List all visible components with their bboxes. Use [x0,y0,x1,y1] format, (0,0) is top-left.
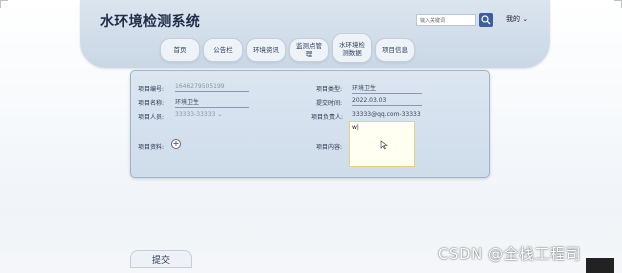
label-project-name: 项目名称: [138,100,165,107]
search-input[interactable]: 输入关键词 [416,14,476,26]
dark-block [586,258,614,273]
textarea-text: w| [352,124,359,131]
label-submit-time: 提交时间: [316,100,343,107]
submit-button[interactable]: 提交 [130,250,192,268]
corner-mark [0,0,8,8]
field-project-type[interactable]: 环境卫生 [352,83,422,94]
tab-home[interactable]: 首页 [160,38,200,62]
label-project-type: 项目类型: [316,86,343,93]
user-menu[interactable]: 我的 ⌄ [506,14,528,24]
project-content-textarea[interactable]: w| [349,121,415,167]
label-project-no: 项目编号: [138,86,165,93]
mouse-pointer-icon [380,140,388,150]
field-project-no[interactable]: 1646279505199 [175,83,249,92]
label-project-person: 项目人员: [138,114,165,121]
label-project-material: 项目资料: [138,144,165,151]
watermark: CSDN @全栈工程司 [438,245,582,263]
field-submit-time[interactable]: 2022.03.03 [352,97,422,106]
tab-project-info[interactable]: 项目信息 [375,38,415,62]
tab-environment-news[interactable]: 环境资讯 [246,38,286,62]
app-title: 水环境检测系统 [100,14,201,30]
label-project-owner: 项目负责人: [311,114,344,121]
field-project-name[interactable]: 环境卫生 [175,97,249,108]
page: 水环境检测系统 输入关键词 我的 ⌄ 首页 公告栏 环境资讯 监测点管理 水环境… [0,0,622,273]
tab-monitoring-points[interactable]: 监测点管理 [289,38,329,62]
project-person-select[interactable]: 33333-33333 ⌄ [175,111,249,119]
corner-mark [614,0,622,8]
search-icon [481,15,491,25]
tab-water-data[interactable]: 水环境检测数据 [332,33,372,63]
add-material-button[interactable]: + [171,139,181,149]
tab-announcements[interactable]: 公告栏 [203,38,243,62]
label-project-content: 项目内容: [316,144,343,151]
project-form: 项目编号: 1646279505199 项目类型: 环境卫生 项目名称: 环境卫… [130,70,490,178]
search-button[interactable] [479,13,493,27]
